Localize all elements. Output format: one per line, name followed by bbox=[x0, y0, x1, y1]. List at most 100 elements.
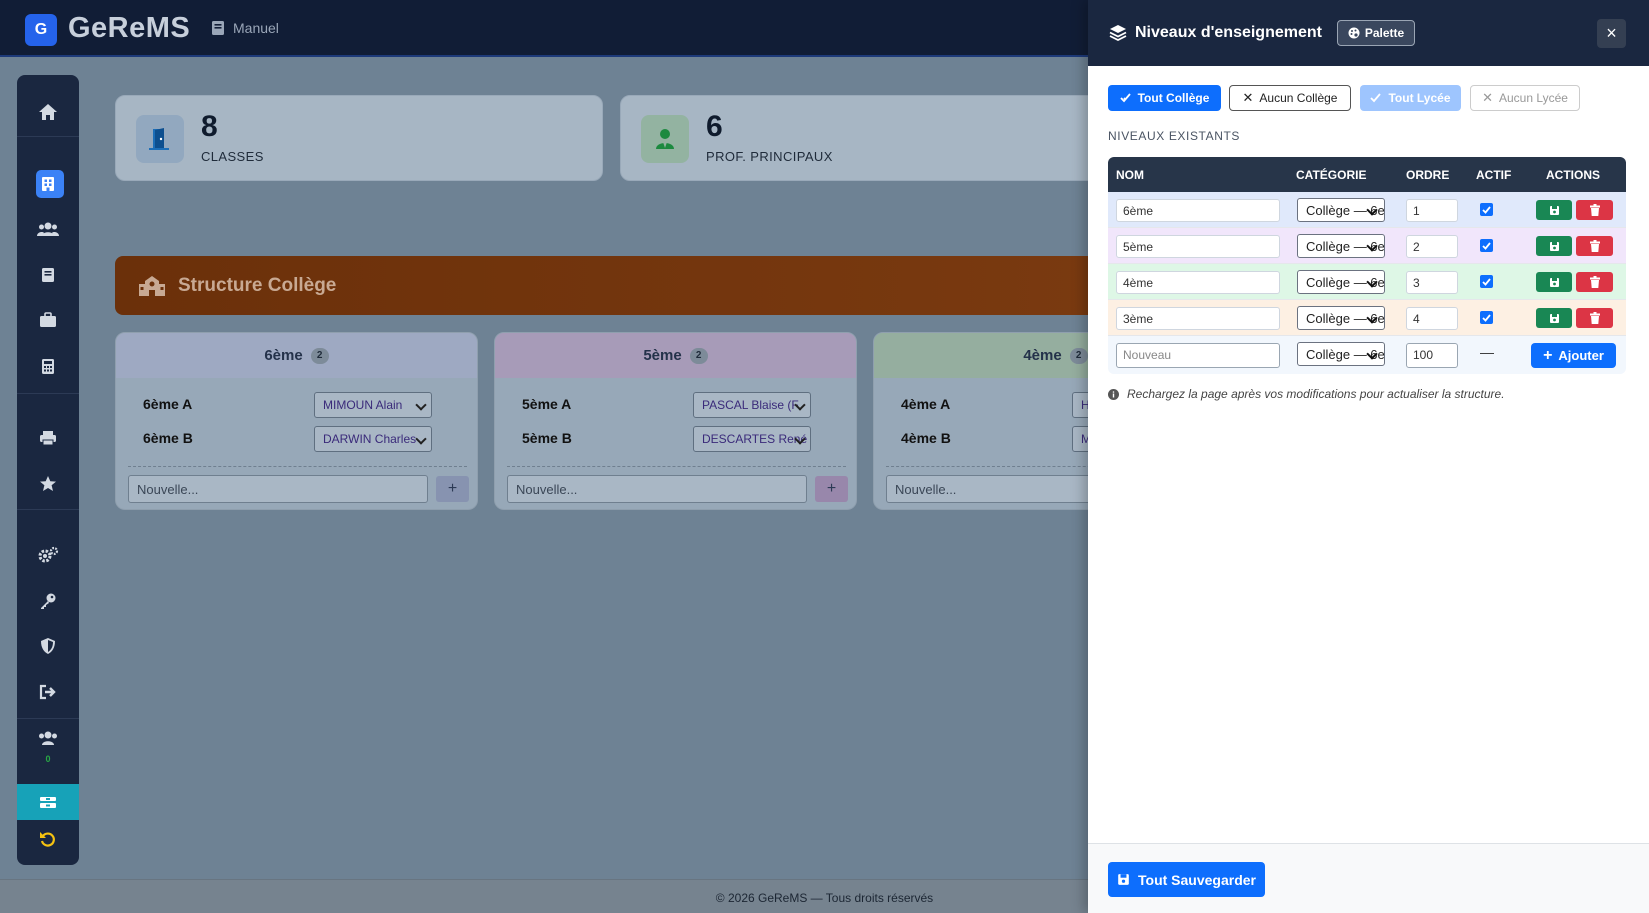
save-row-button[interactable] bbox=[1536, 236, 1572, 256]
table-header: NOM CATÉGORIE ORDRE ACTIF ACTIONS bbox=[1108, 157, 1626, 192]
sidebar-security[interactable] bbox=[17, 626, 79, 666]
deselect-all-college-button[interactable]: ✕ Aucun Collège bbox=[1229, 85, 1351, 111]
add-class-button[interactable]: + bbox=[436, 476, 469, 502]
filter-label: Aucun Collège bbox=[1259, 91, 1338, 105]
palette-icon bbox=[1348, 27, 1360, 39]
close-button[interactable]: × bbox=[1597, 19, 1626, 48]
sidebar-users[interactable] bbox=[17, 209, 79, 249]
level-name-input[interactable]: 4ème bbox=[1116, 271, 1280, 294]
delete-row-button[interactable] bbox=[1576, 236, 1613, 256]
check-icon bbox=[1482, 205, 1491, 214]
new-level-name-input[interactable]: Nouveau bbox=[1116, 343, 1280, 368]
sidebar-levels-active[interactable] bbox=[17, 784, 79, 820]
boxes-icon bbox=[40, 797, 56, 808]
column-header: ACTIF bbox=[1476, 168, 1512, 182]
sidebar-online-users[interactable] bbox=[17, 722, 79, 754]
category-select[interactable]: Collège — 6e→3e bbox=[1297, 234, 1385, 258]
manual-link[interactable]: Manuel bbox=[211, 20, 279, 36]
palette-label: Palette bbox=[1364, 26, 1405, 40]
sidebar-undo[interactable] bbox=[17, 821, 79, 857]
class-name: 5ème B bbox=[522, 430, 572, 446]
check-double-icon bbox=[1119, 93, 1131, 103]
level-column: 5ème 2 5ème A PASCAL Blaise (F 5ème B DE… bbox=[494, 332, 857, 510]
order-input[interactable]: 2 bbox=[1406, 235, 1458, 258]
table-row: 5ème Collège — 6e→3e 2 bbox=[1108, 228, 1626, 264]
active-checkbox[interactable] bbox=[1480, 203, 1493, 216]
deselect-all-lycee-button[interactable]: ✕ Aucun Lycée bbox=[1470, 85, 1580, 111]
sidebar-logout[interactable] bbox=[17, 672, 79, 712]
brand-name[interactable]: GeReMS bbox=[68, 12, 190, 45]
teacher-select[interactable]: DARWIN Charles bbox=[314, 426, 432, 452]
order-input[interactable]: 4 bbox=[1406, 307, 1458, 330]
level-name-input[interactable]: 5ème bbox=[1116, 235, 1280, 258]
sidebar-home[interactable] bbox=[17, 92, 79, 132]
cogs-icon bbox=[38, 546, 59, 563]
sidebar-print[interactable] bbox=[17, 418, 79, 458]
star-icon bbox=[40, 475, 56, 491]
active-checkbox[interactable] bbox=[1480, 275, 1493, 288]
panel-title: Niveaux d'enseignement bbox=[1135, 24, 1322, 41]
level-name-input[interactable]: 3ème bbox=[1116, 307, 1280, 330]
palette-button[interactable]: Palette bbox=[1337, 20, 1415, 46]
teacher-select[interactable]: MIMOUN Alain bbox=[314, 392, 432, 418]
delete-row-button[interactable] bbox=[1576, 308, 1613, 328]
check-icon bbox=[1482, 277, 1491, 286]
floppy-icon bbox=[1549, 241, 1559, 251]
divider bbox=[886, 466, 1102, 467]
book-icon bbox=[212, 21, 224, 35]
print-icon bbox=[40, 431, 56, 446]
class-name: 4ème A bbox=[901, 396, 951, 412]
filter-label: Tout Lycée bbox=[1388, 91, 1451, 105]
check-icon bbox=[1482, 313, 1491, 322]
order-input[interactable]: 3 bbox=[1406, 271, 1458, 294]
sidebar-keys[interactable] bbox=[17, 581, 79, 621]
order-input[interactable]: 1 bbox=[1406, 199, 1458, 222]
save-row-button[interactable] bbox=[1536, 200, 1572, 220]
class-row: 4ème A H bbox=[874, 392, 1102, 418]
class-name: 5ème A bbox=[522, 396, 572, 412]
select-all-lycee-button[interactable]: Tout Lycée bbox=[1360, 85, 1461, 111]
app-logo[interactable]: G bbox=[25, 14, 57, 46]
table-row: 4ème Collège — 6e→3e 3 bbox=[1108, 264, 1626, 300]
category-select[interactable]: Collège — 6e→3e bbox=[1297, 270, 1385, 294]
new-class-input[interactable]: Nouvelle... bbox=[507, 475, 807, 503]
sidebar-calculator[interactable] bbox=[17, 346, 79, 386]
category-select[interactable]: Collège — 6e→3e bbox=[1297, 198, 1385, 222]
new-class-input[interactable]: Nouvelle... bbox=[128, 475, 428, 503]
category-select[interactable]: Collège — 6e→3e bbox=[1297, 306, 1385, 330]
sidebar-favorites[interactable] bbox=[17, 463, 79, 503]
x-icon: ✕ bbox=[1242, 90, 1254, 105]
add-class-button[interactable]: + bbox=[815, 476, 848, 502]
save-all-button[interactable]: Tout Sauvegarder bbox=[1108, 862, 1265, 897]
level-column: 4ème 2 4ème A H 4ème B M Nouvelle... bbox=[873, 332, 1103, 510]
delete-row-button[interactable] bbox=[1576, 200, 1613, 220]
class-name: 4ème B bbox=[901, 430, 951, 446]
new-order-input[interactable]: 100 bbox=[1406, 343, 1458, 368]
undo-icon bbox=[40, 832, 55, 847]
home-icon bbox=[39, 104, 57, 120]
select-all-college-button[interactable]: Tout Collège bbox=[1108, 85, 1221, 111]
save-row-button[interactable] bbox=[1536, 272, 1572, 292]
active-checkbox[interactable] bbox=[1480, 311, 1493, 324]
levels-panel: Niveaux d'enseignement Palette × Tout Co… bbox=[1088, 0, 1649, 913]
stat-value: 6 bbox=[706, 110, 723, 143]
teacher-select[interactable]: PASCAL Blaise (F bbox=[693, 392, 811, 418]
sidebar-classes[interactable] bbox=[17, 164, 79, 204]
briefcase-icon bbox=[40, 312, 56, 327]
teacher-select[interactable]: DESCARTES René bbox=[693, 426, 811, 452]
school-icon bbox=[139, 275, 165, 296]
delete-row-button[interactable] bbox=[1576, 272, 1613, 292]
stat-label: PROF. PRINCIPAUX bbox=[706, 149, 833, 164]
level-header: 4ème 2 bbox=[874, 333, 1102, 378]
new-category-select[interactable]: Collège — 6e→3e bbox=[1297, 342, 1385, 366]
class-name: 6ème A bbox=[143, 396, 193, 412]
sidebar-settings[interactable] bbox=[17, 535, 79, 575]
sidebar-book[interactable] bbox=[17, 255, 79, 295]
new-class-input[interactable]: Nouvelle... bbox=[886, 475, 1102, 503]
add-level-button[interactable]: + Ajouter bbox=[1531, 343, 1616, 368]
save-row-button[interactable] bbox=[1536, 308, 1572, 328]
active-checkbox[interactable] bbox=[1480, 239, 1493, 252]
class-name: 6ème B bbox=[143, 430, 193, 446]
sidebar-briefcase[interactable] bbox=[17, 300, 79, 340]
level-name-input[interactable]: 6ème bbox=[1116, 199, 1280, 222]
